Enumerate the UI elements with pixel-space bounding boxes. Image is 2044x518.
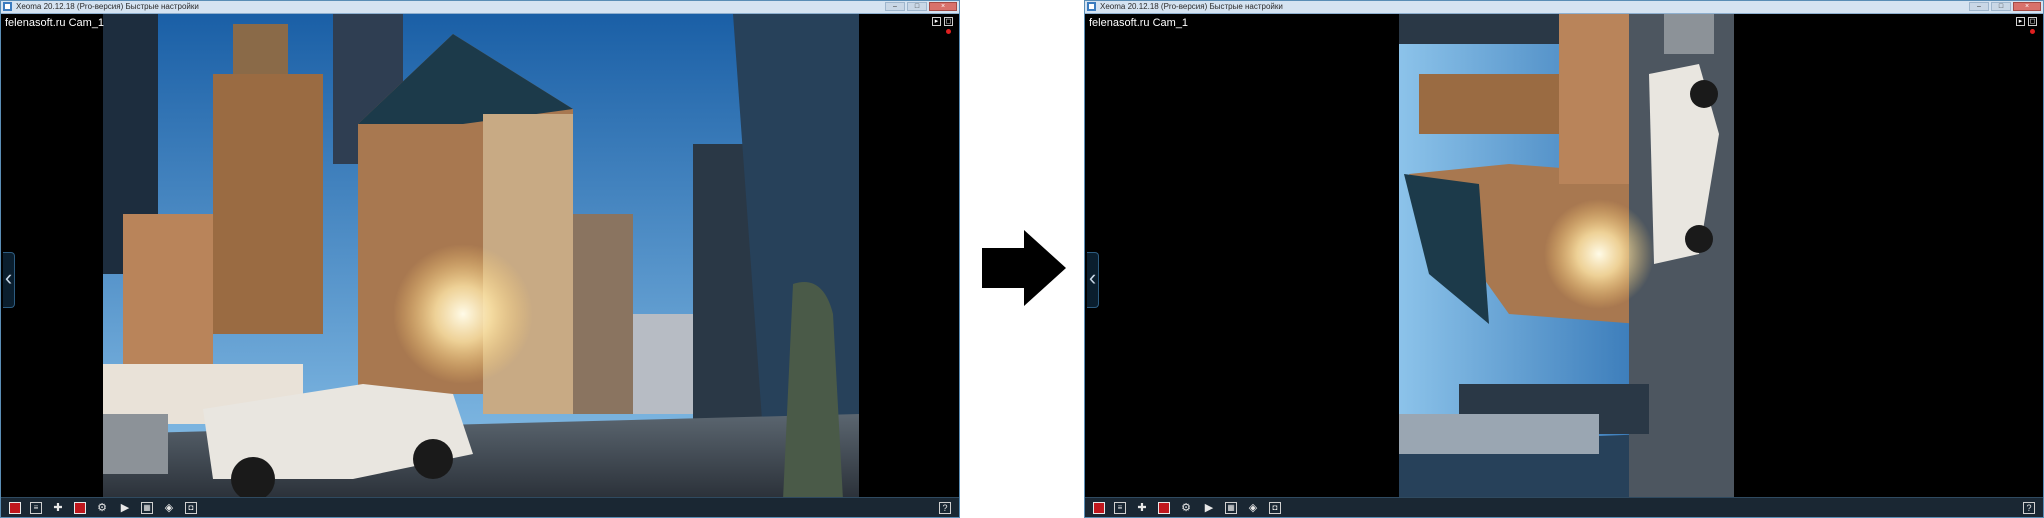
camera-viewport[interactable]: felenasoft.ru Cam_1 ▸ ◻ ‹ — [3, 14, 957, 497]
bottom-toolbar: ≡ ✚ ⚙ ▶ ▦ ◈ ◘ ? — [1085, 497, 2043, 517]
side-panel-toggle[interactable]: ‹ — [1087, 252, 1099, 308]
screenshot-icon[interactable]: ◘ — [1269, 501, 1281, 514]
play-icon[interactable]: ▶ — [1202, 501, 1216, 514]
app-icon — [1087, 2, 1096, 11]
right-window: Xeoma 20.12.18 (Pro-версия) Быстрые наст… — [1084, 0, 2044, 518]
window-title: Xeoma 20.12.18 (Pro-версия) Быстрые наст… — [1100, 2, 1283, 11]
window-title: Xeoma 20.12.18 (Pro-версия) Быстрые наст… — [16, 2, 199, 11]
left-window: Xeoma 20.12.18 (Pro-версия) Быстрые наст… — [0, 0, 960, 518]
close-button[interactable]: × — [2013, 2, 2041, 11]
mask-icon[interactable]: ◈ — [1246, 501, 1260, 514]
stop-icon[interactable] — [1158, 501, 1170, 514]
side-panel-toggle[interactable]: ‹ — [3, 252, 15, 308]
fullscreen-icon[interactable]: ▸ — [932, 17, 941, 26]
expand-icon[interactable]: ◻ — [944, 17, 953, 26]
plus-icon[interactable]: ✚ — [1135, 501, 1149, 514]
plus-icon[interactable]: ✚ — [51, 501, 65, 514]
layout-icon[interactable]: ▦ — [141, 501, 153, 514]
list-icon[interactable]: ≡ — [1114, 501, 1126, 514]
camera-tools: ▸ ◻ — [932, 17, 953, 26]
titlebar: Xeoma 20.12.18 (Pro-версия) Быстрые наст… — [1, 1, 959, 14]
app-icon — [3, 2, 12, 11]
help-button[interactable]: ? — [939, 502, 951, 514]
fullscreen-icon[interactable]: ▸ — [2016, 17, 2025, 26]
recording-indicator-icon — [946, 29, 951, 34]
camera-image — [103, 14, 859, 497]
help-button[interactable]: ? — [2023, 502, 2035, 514]
window-controls: – □ × — [885, 2, 957, 11]
expand-icon[interactable]: ◻ — [2028, 17, 2037, 26]
camera-label: felenasoft.ru Cam_1 — [5, 17, 105, 29]
minimize-button[interactable]: – — [1969, 2, 1989, 11]
arrow-right-icon — [982, 230, 1066, 306]
screenshot-icon[interactable]: ◘ — [185, 501, 197, 514]
titlebar: Xeoma 20.12.18 (Pro-версия) Быстрые наст… — [1085, 1, 2043, 14]
play-icon[interactable]: ▶ — [118, 501, 132, 514]
camera-label: felenasoft.ru Cam_1 — [1089, 17, 1189, 29]
gear-icon[interactable]: ⚙ — [1179, 501, 1193, 514]
camera-image-rotated — [1399, 14, 1734, 497]
camera-viewport[interactable]: felenasoft.ru Cam_1 ▸ ◻ ‹ — [1087, 14, 2041, 497]
layout-icon[interactable]: ▦ — [1225, 501, 1237, 514]
window-controls: – □ × — [1969, 2, 2041, 11]
maximize-button[interactable]: □ — [1991, 2, 2011, 11]
stop-icon[interactable] — [1093, 501, 1105, 514]
camera-tools: ▸ ◻ — [2016, 17, 2037, 26]
mask-icon[interactable]: ◈ — [162, 501, 176, 514]
stop-icon[interactable] — [74, 501, 86, 514]
gear-icon[interactable]: ⚙ — [95, 501, 109, 514]
list-icon[interactable]: ≡ — [30, 501, 42, 514]
minimize-button[interactable]: – — [885, 2, 905, 11]
bottom-toolbar: ≡ ✚ ⚙ ▶ ▦ ◈ ◘ ? — [1, 497, 959, 517]
recording-indicator-icon — [2030, 29, 2035, 34]
stop-icon[interactable] — [9, 501, 21, 514]
close-button[interactable]: × — [929, 2, 957, 11]
maximize-button[interactable]: □ — [907, 2, 927, 11]
